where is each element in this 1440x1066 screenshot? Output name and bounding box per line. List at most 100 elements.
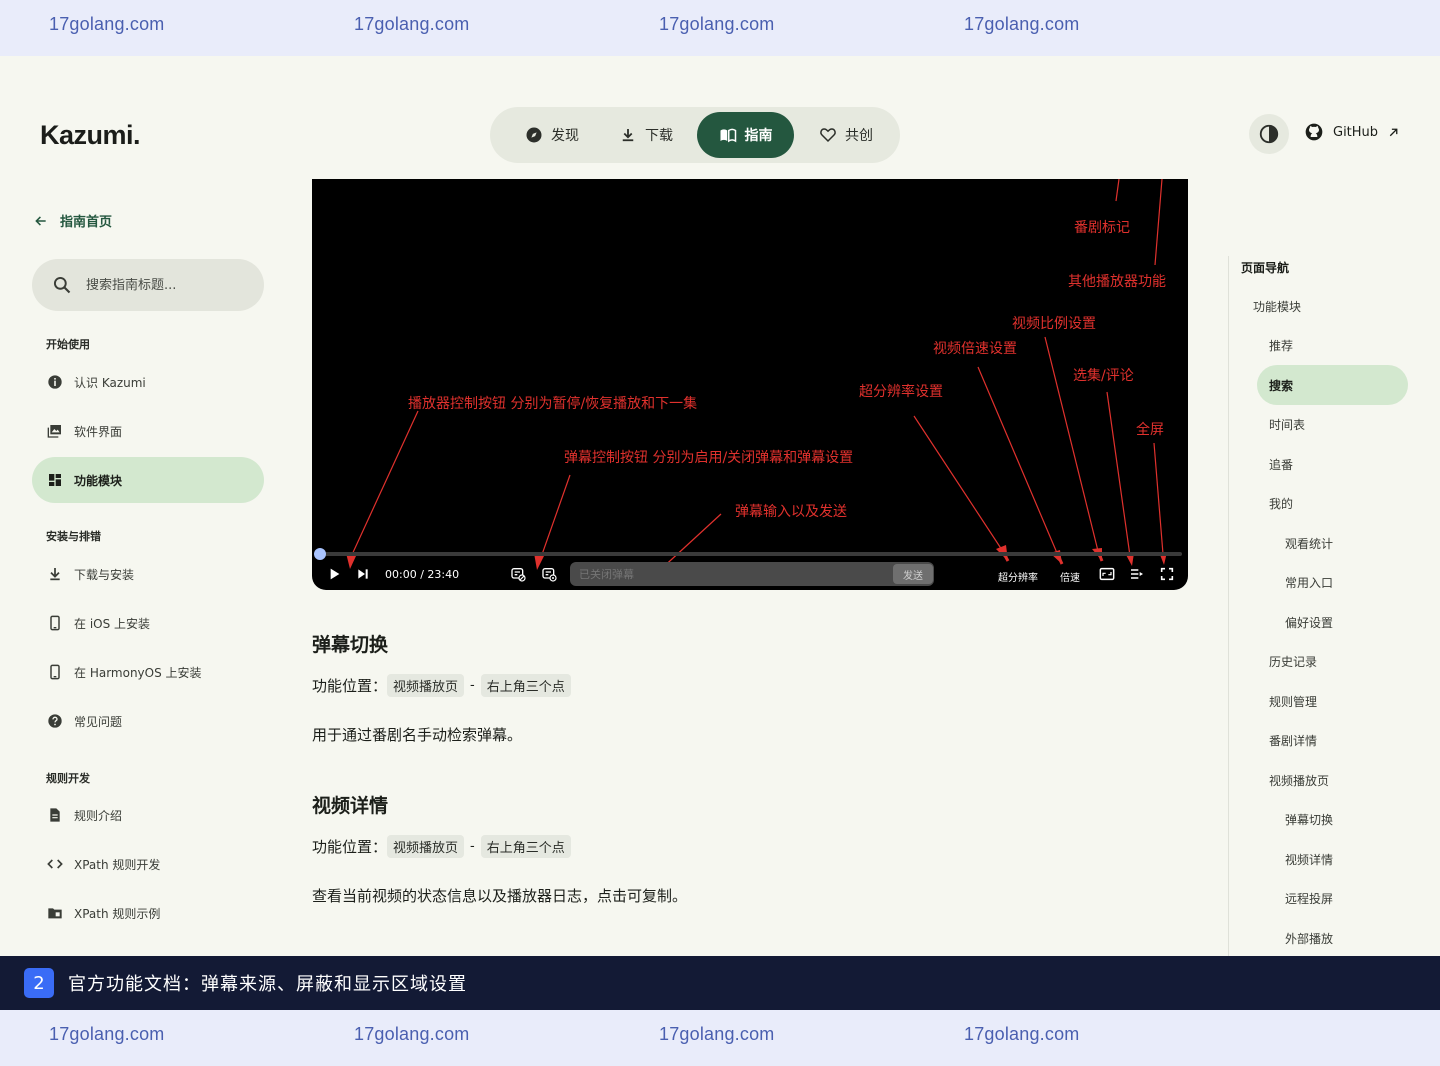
toc-item[interactable]: 番剧详情 <box>1269 721 1317 761</box>
sidebar-item-ios[interactable]: 在 iOS 上安装 <box>32 600 264 646</box>
feature-location: 功能位置： 视频播放页 - 右上角三个点 <box>312 835 571 858</box>
download-icon <box>622 129 634 142</box>
danmaku-send-button[interactable]: 发送 <box>893 564 933 584</box>
toc-item[interactable]: 偏好设置 <box>1285 602 1333 642</box>
progress-thumb[interactable] <box>314 548 326 560</box>
watermark-text: 17golang.com <box>49 1024 165 1044</box>
info-icon <box>47 374 63 390</box>
fullscreen-icon[interactable] <box>1159 566 1175 582</box>
sidebar-item-xpath-dev[interactable]: XPath 规则开发 <box>32 841 264 887</box>
caption-band: 2 官方功能文档：弹幕来源、屏蔽和显示区域设置 <box>0 956 1440 1010</box>
section-heading-danmaku-switch: 弹幕切换 <box>312 634 389 656</box>
sidebar-item-label: 在 iOS 上安装 <box>74 616 151 631</box>
github-label: GitHub <box>1333 124 1379 140</box>
sidebar-item-interface[interactable]: 软件界面 <box>32 408 264 454</box>
toc-item[interactable]: 弹幕切换 <box>1285 800 1333 840</box>
toc-item[interactable]: 我的 <box>1269 484 1293 524</box>
nav-download[interactable]: 下载 <box>604 112 688 158</box>
separator: - <box>470 839 475 854</box>
caption-text: 官方功能文档：弹幕来源、屏蔽和显示区域设置 <box>68 974 467 995</box>
annotation-label: 其他播放器功能 <box>1068 274 1166 290</box>
playback-speed-button[interactable]: 倍速 <box>1060 569 1080 584</box>
next-episode-icon[interactable] <box>355 566 371 582</box>
location-code: 右上角三个点 <box>480 674 571 697</box>
nav-guide[interactable]: 指南 <box>697 112 794 158</box>
toc-item[interactable]: 功能模块 <box>1253 286 1301 326</box>
annotation-label: 选集/评论 <box>1073 368 1134 384</box>
toc-item[interactable]: 规则管理 <box>1269 681 1317 721</box>
annotation-arrows <box>346 179 1167 572</box>
sidebar-item-label: 认识 Kazumi <box>74 375 146 390</box>
watermark-text: 17golang.com <box>964 1024 1080 1044</box>
toc-item[interactable]: 外部播放 <box>1285 918 1333 956</box>
aspect-ratio-icon[interactable] <box>1099 566 1115 582</box>
video-player-screenshot: 番剧标记 其他播放器功能 视频比例设置 视频倍速设置 选集/评论 超分辨率设置 … <box>312 179 1188 590</box>
toc-item[interactable]: 历史记录 <box>1269 642 1317 682</box>
danmaku-input[interactable] <box>570 562 934 586</box>
book-icon <box>720 128 736 143</box>
toc-item[interactable]: 搜索 <box>1257 365 1408 405</box>
help-icon <box>47 713 63 729</box>
episode-list-icon[interactable] <box>1129 566 1145 582</box>
sidebar-item-label: XPath 规则开发 <box>74 857 161 872</box>
guide-search[interactable] <box>32 259 264 311</box>
sidebar-item-features[interactable]: 功能模块 <box>32 457 264 503</box>
nav-label: 指南 <box>744 128 773 144</box>
theme-toggle-button[interactable] <box>1249 114 1289 154</box>
section-description: 查看当前视频的状态信息以及播放器日志，点击可复制。 <box>312 887 688 905</box>
nav-discover[interactable]: 发现 <box>504 112 600 158</box>
sidebar-item-label: 下载与安装 <box>74 567 135 582</box>
section-heading-video-details: 视频详情 <box>312 795 389 817</box>
sidebar-item-faq[interactable]: 常见问题 <box>32 698 264 744</box>
toc-item[interactable]: 推荐 <box>1269 326 1293 366</box>
sidebar-item-xpath-examples[interactable]: XPath 规则示例 <box>32 890 264 936</box>
annotation-label: 视频倍速设置 <box>933 341 1017 357</box>
external-link-icon <box>1389 128 1398 136</box>
search-input[interactable] <box>86 277 236 293</box>
watermark-text: 17golang.com <box>659 1024 775 1044</box>
location-code: 右上角三个点 <box>480 835 571 858</box>
toc-item[interactable]: 时间表 <box>1269 405 1305 445</box>
super-resolution-button[interactable]: 超分辨率 <box>998 569 1038 584</box>
top-nav: 发现 下载 指南 共创 <box>490 107 900 163</box>
dashboard-icon <box>47 472 63 488</box>
toc-item[interactable]: 视频详情 <box>1285 839 1333 879</box>
sidebar-item-about[interactable]: 认识 Kazumi <box>32 359 264 405</box>
sidebar-item-rules-intro[interactable]: 规则介绍 <box>32 792 264 838</box>
compass-icon <box>526 127 542 143</box>
annotation-label: 播放器控制按钮 分别为暂停/恢复播放和下一集 <box>408 396 698 412</box>
toc-item[interactable]: 常用入口 <box>1285 563 1333 603</box>
sidebar-item-label: 软件界面 <box>74 424 123 439</box>
image-icon <box>47 423 63 439</box>
location-code: 视频播放页 <box>387 835 465 858</box>
sidebar-item-label: XPath 规则示例 <box>74 906 161 921</box>
toc-item[interactable]: 视频播放页 <box>1269 760 1329 800</box>
location-label: 功能位置： <box>312 838 388 856</box>
watermark-text: 17golang.com <box>964 14 1080 34</box>
site-logo[interactable]: Kazumi. <box>40 120 141 151</box>
nav-cocreate[interactable]: 共创 <box>805 112 887 158</box>
download-icon <box>47 566 63 582</box>
annotation-label: 番剧标记 <box>1074 220 1130 236</box>
sidebar-item-install[interactable]: 下载与安装 <box>32 551 264 597</box>
annotation-label: 视频比例设置 <box>1012 316 1096 332</box>
arrow-left-icon <box>35 215 46 226</box>
play-icon[interactable] <box>326 566 342 582</box>
danmaku-settings-icon[interactable] <box>541 566 557 582</box>
toc-item[interactable]: 观看统计 <box>1285 523 1333 563</box>
toc-item[interactable]: 远程投屏 <box>1285 879 1333 919</box>
toc-title: 页面导航 <box>1241 261 1290 275</box>
guide-home-link[interactable]: 指南首页 <box>34 211 112 230</box>
danmaku-toggle-icon[interactable] <box>510 566 526 582</box>
location-label: 功能位置： <box>312 677 388 695</box>
heart-icon <box>820 128 836 143</box>
github-link[interactable]: GitHub <box>1304 122 1400 142</box>
watermark-bar-bottom: 17golang.com 17golang.com 17golang.com 1… <box>0 1010 1440 1066</box>
toc-item[interactable]: 追番 <box>1269 444 1293 484</box>
progress-bar[interactable] <box>320 552 1182 556</box>
sidebar-item-harmonyos[interactable]: 在 HarmonyOS 上安装 <box>32 649 264 695</box>
annotation-label: 弹幕输入以及发送 <box>735 504 847 520</box>
folder-icon <box>47 905 63 921</box>
player-control-bar: 00:00 / 23:40 发送 超分辨率 倍速 <box>312 547 1188 590</box>
sidebar-item-label: 在 HarmonyOS 上安装 <box>74 665 202 680</box>
